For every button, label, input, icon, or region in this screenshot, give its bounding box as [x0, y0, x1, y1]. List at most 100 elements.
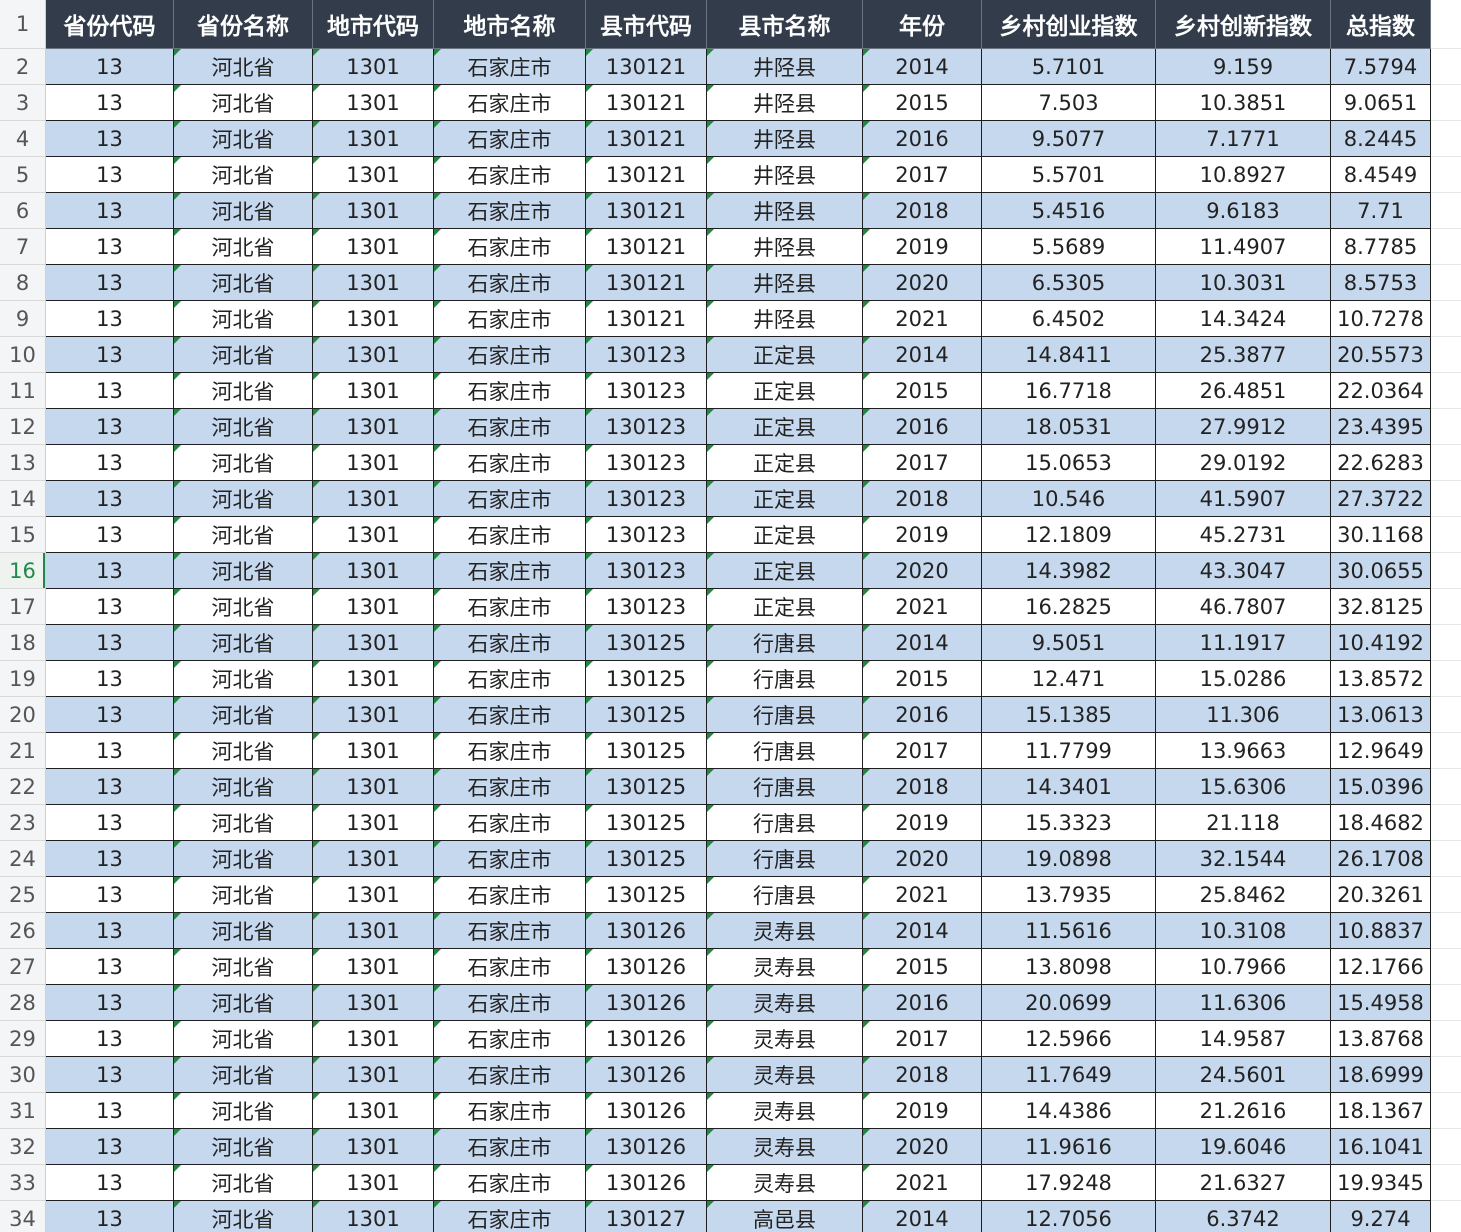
table-cell[interactable]: 2021	[863, 589, 982, 625]
table-cell[interactable]: 130125	[586, 841, 707, 877]
table-cell[interactable]: 10.7966	[1156, 949, 1331, 985]
table-cell[interactable]: 130125	[586, 697, 707, 733]
table-cell[interactable]: 25.8462	[1156, 877, 1331, 913]
table-cell[interactable]: 2017	[863, 733, 982, 769]
table-cell[interactable]: 1301	[313, 85, 434, 121]
table-cell[interactable]: 10.8927	[1156, 157, 1331, 193]
row-header[interactable]: 34	[0, 1201, 46, 1232]
table-cell[interactable]: 正定县	[707, 373, 863, 409]
table-cell[interactable]: 1301	[313, 1129, 434, 1165]
table-cell[interactable]: 9.159	[1156, 49, 1331, 85]
table-cell[interactable]: 石家庄市	[434, 229, 586, 265]
table-cell[interactable]: 10.3031	[1156, 265, 1331, 301]
table-cell[interactable]: 12.1766	[1331, 949, 1431, 985]
table-cell[interactable]: 2015	[863, 373, 982, 409]
table-cell[interactable]: 2014	[863, 337, 982, 373]
table-cell[interactable]: 1301	[313, 517, 434, 553]
table-cell[interactable]: 2021	[863, 877, 982, 913]
table-cell[interactable]: 18.0531	[982, 409, 1156, 445]
table-cell[interactable]: 14.9587	[1156, 1021, 1331, 1057]
table-cell[interactable]: 石家庄市	[434, 517, 586, 553]
table-cell[interactable]: 13	[46, 1021, 174, 1057]
table-cell[interactable]: 14.3424	[1156, 301, 1331, 337]
table-cell[interactable]: 8.7785	[1331, 229, 1431, 265]
table-cell[interactable]: 1301	[313, 265, 434, 301]
table-cell[interactable]: 26.1708	[1331, 841, 1431, 877]
table-cell[interactable]: 13	[46, 193, 174, 229]
table-cell[interactable]: 13	[46, 805, 174, 841]
row-header[interactable]: 4	[0, 121, 46, 157]
table-cell[interactable]: 8.4549	[1331, 157, 1431, 193]
empty-cell[interactable]	[1431, 877, 1461, 913]
table-cell[interactable]: 行唐县	[707, 877, 863, 913]
table-cell[interactable]: 11.6306	[1156, 985, 1331, 1021]
row-header[interactable]: 21	[0, 733, 46, 769]
table-cell[interactable]: 井陉县	[707, 229, 863, 265]
table-cell[interactable]: 14.4386	[982, 1093, 1156, 1129]
column-header[interactable]: 省份代码	[46, 0, 174, 49]
table-cell[interactable]: 130123	[586, 481, 707, 517]
table-cell[interactable]: 2016	[863, 121, 982, 157]
row-header[interactable]: 30	[0, 1057, 46, 1093]
table-cell[interactable]: 1301	[313, 1021, 434, 1057]
table-cell[interactable]: 6.4502	[982, 301, 1156, 337]
empty-cell[interactable]	[1431, 697, 1461, 733]
table-cell[interactable]: 5.7101	[982, 49, 1156, 85]
table-cell[interactable]: 24.5601	[1156, 1057, 1331, 1093]
table-cell[interactable]: 河北省	[174, 913, 313, 949]
table-cell[interactable]: 河北省	[174, 409, 313, 445]
table-cell[interactable]: 13	[46, 481, 174, 517]
table-cell[interactable]: 石家庄市	[434, 409, 586, 445]
table-cell[interactable]: 6.3742	[1156, 1201, 1331, 1232]
empty-cell[interactable]	[1431, 49, 1461, 85]
empty-cell[interactable]	[1431, 301, 1461, 337]
table-cell[interactable]: 130126	[586, 1057, 707, 1093]
table-cell[interactable]: 石家庄市	[434, 1057, 586, 1093]
table-cell[interactable]: 石家庄市	[434, 985, 586, 1021]
empty-cell[interactable]	[1431, 265, 1461, 301]
empty-cell[interactable]	[1431, 445, 1461, 481]
table-cell[interactable]: 2015	[863, 949, 982, 985]
table-cell[interactable]: 130125	[586, 625, 707, 661]
table-cell[interactable]: 23.4395	[1331, 409, 1431, 445]
table-cell[interactable]: 河北省	[174, 841, 313, 877]
table-cell[interactable]: 17.9248	[982, 1165, 1156, 1201]
table-cell[interactable]: 高邑县	[707, 1201, 863, 1232]
empty-cell[interactable]	[1431, 481, 1461, 517]
table-cell[interactable]: 10.3108	[1156, 913, 1331, 949]
table-cell[interactable]: 2020	[863, 841, 982, 877]
empty-cell[interactable]	[1431, 1057, 1461, 1093]
table-cell[interactable]: 井陉县	[707, 85, 863, 121]
table-cell[interactable]: 130125	[586, 805, 707, 841]
table-cell[interactable]: 河北省	[174, 121, 313, 157]
table-cell[interactable]: 灵寿县	[707, 985, 863, 1021]
empty-cell[interactable]	[1431, 0, 1461, 49]
row-header[interactable]: 2	[0, 49, 46, 85]
table-cell[interactable]: 13	[46, 733, 174, 769]
row-header[interactable]: 32	[0, 1129, 46, 1165]
table-cell[interactable]: 11.4907	[1156, 229, 1331, 265]
empty-cell[interactable]	[1431, 193, 1461, 229]
empty-cell[interactable]	[1431, 121, 1461, 157]
table-cell[interactable]: 1301	[313, 949, 434, 985]
table-cell[interactable]: 15.0286	[1156, 661, 1331, 697]
table-cell[interactable]: 2015	[863, 85, 982, 121]
table-cell[interactable]: 2020	[863, 265, 982, 301]
table-cell[interactable]: 14.3982	[982, 553, 1156, 589]
table-cell[interactable]: 12.5966	[982, 1021, 1156, 1057]
row-header[interactable]: 22	[0, 769, 46, 805]
table-cell[interactable]: 1301	[313, 697, 434, 733]
table-cell[interactable]: 15.1385	[982, 697, 1156, 733]
table-cell[interactable]: 河北省	[174, 1057, 313, 1093]
table-cell[interactable]: 130121	[586, 49, 707, 85]
empty-cell[interactable]	[1431, 517, 1461, 553]
table-cell[interactable]: 20.5573	[1331, 337, 1431, 373]
table-cell[interactable]: 1301	[313, 769, 434, 805]
empty-cell[interactable]	[1431, 733, 1461, 769]
table-cell[interactable]: 石家庄市	[434, 373, 586, 409]
table-cell[interactable]: 13.7935	[982, 877, 1156, 913]
empty-cell[interactable]	[1431, 1129, 1461, 1165]
table-cell[interactable]: 13	[46, 985, 174, 1021]
row-header[interactable]: 10	[0, 337, 46, 373]
table-cell[interactable]: 13.9663	[1156, 733, 1331, 769]
